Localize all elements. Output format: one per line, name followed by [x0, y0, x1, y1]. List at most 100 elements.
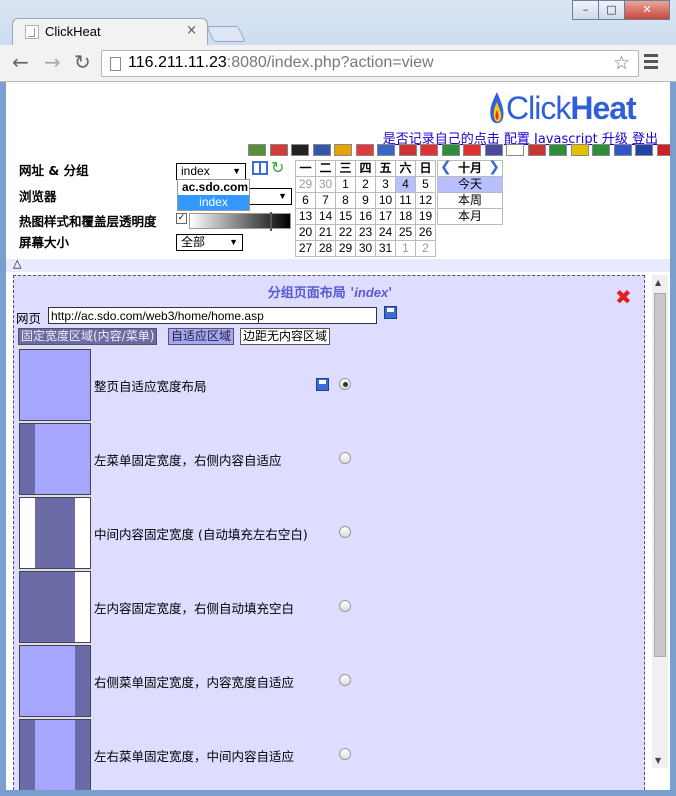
language-flag-icon[interactable] — [506, 144, 524, 156]
calendar-day[interactable]: 29 — [336, 241, 356, 257]
calendar-day[interactable]: 17 — [376, 209, 396, 225]
language-flag-icon[interactable] — [570, 144, 589, 156]
calendar-day[interactable]: 1 — [336, 177, 356, 193]
calendar-range-option[interactable]: 今天 — [438, 177, 502, 193]
calendar-day[interactable]: 7 — [316, 193, 336, 209]
calendar-day[interactable]: 9 — [356, 193, 376, 209]
language-flag-icon[interactable] — [355, 144, 374, 156]
site-group-select[interactable]: index ▼ — [176, 163, 246, 180]
layout-icon[interactable] — [252, 161, 268, 175]
layout-option-row[interactable]: 左右菜单固定宽度，中间内容自适应 — [18, 718, 646, 790]
window-close-button[interactable]: ✕ — [624, 0, 670, 20]
language-flag-icon[interactable] — [441, 144, 460, 156]
browser-select[interactable]: ▼ — [246, 188, 292, 205]
language-flag-icon[interactable] — [527, 144, 546, 156]
dropdown-option[interactable]: ac.sdo.com — [178, 180, 249, 195]
collapse-arrow-icon[interactable]: △ — [13, 257, 21, 270]
scroll-up-icon[interactable]: ▲ — [655, 278, 661, 287]
opacity-slider-handle[interactable] — [270, 212, 272, 231]
scrollbar-thumb[interactable] — [654, 293, 666, 657]
calendar-day[interactable]: 28 — [316, 241, 336, 257]
calendar-day[interactable]: 31 — [376, 241, 396, 257]
layout-thumbnail[interactable] — [19, 497, 91, 569]
back-arrow-icon[interactable]: ← — [12, 52, 29, 72]
address-bar[interactable]: 116.211.11.23:8080/index.php?action=view… — [101, 50, 639, 77]
calendar-day[interactable]: 19 — [416, 209, 436, 225]
language-flag-icon[interactable] — [377, 144, 395, 156]
calendar-day[interactable]: 29 — [296, 177, 316, 193]
calendar-day[interactable]: 8 — [336, 193, 356, 209]
next-month-icon[interactable]: ❯ — [488, 160, 500, 175]
calendar-range-option[interactable]: 本周 — [438, 193, 502, 209]
calendar-day[interactable]: 14 — [316, 209, 336, 225]
browser-tab[interactable]: ClickHeat × — [12, 18, 208, 46]
calendar-day[interactable]: 2 — [416, 241, 436, 257]
language-flag-icon[interactable] — [291, 144, 309, 156]
layout-thumbnail[interactable] — [19, 645, 91, 717]
save-icon[interactable] — [384, 306, 397, 319]
calendar-day[interactable]: 16 — [356, 209, 376, 225]
language-flag-icon[interactable] — [334, 144, 352, 156]
refresh-icon[interactable]: ↻ — [271, 158, 284, 177]
layout-radio[interactable] — [339, 748, 351, 760]
language-flag-icon[interactable] — [269, 144, 288, 156]
screen-size-select[interactable]: 全部 ▼ — [176, 234, 243, 251]
close-icon[interactable]: ✖ — [615, 287, 632, 307]
calendar-day[interactable]: 30 — [316, 177, 336, 193]
calendar-day[interactable]: 5 — [416, 177, 436, 193]
calendar-day[interactable]: 20 — [296, 225, 316, 241]
layout-radio[interactable] — [339, 674, 351, 686]
language-flag-icon[interactable] — [248, 144, 266, 156]
layout-radio[interactable] — [339, 452, 351, 464]
layout-option-row[interactable]: 整页自适应宽度布局 — [18, 348, 646, 422]
language-flag-icon[interactable] — [420, 144, 438, 156]
prev-month-icon[interactable]: ❮ — [440, 160, 452, 175]
calendar-day[interactable]: 3 — [376, 177, 396, 193]
layout-option-row[interactable]: 左内容固定宽度，右侧自动填充空白 — [18, 570, 646, 644]
reload-icon[interactable]: ↻ — [74, 52, 91, 72]
calendar-day[interactable]: 11 — [396, 193, 416, 209]
calendar-day[interactable]: 12 — [416, 193, 436, 209]
calendar-day[interactable]: 30 — [356, 241, 376, 257]
calendar-day[interactable]: 22 — [336, 225, 356, 241]
bookmark-star-icon[interactable]: ☆ — [613, 52, 630, 74]
language-flag-icon[interactable] — [312, 144, 331, 156]
calendar-day[interactable]: 18 — [396, 209, 416, 225]
calendar-day[interactable]: 1 — [396, 241, 416, 257]
layout-option-row[interactable]: 右侧菜单固定宽度，内容宽度自适应 — [18, 644, 646, 718]
new-tab-button[interactable] — [206, 26, 246, 42]
language-flag-icon[interactable] — [463, 144, 481, 156]
calendar-day[interactable]: 21 — [316, 225, 336, 241]
calendar-day[interactable]: 25 — [396, 225, 416, 241]
page-url-input[interactable] — [48, 307, 377, 324]
calendar-day[interactable]: 24 — [376, 225, 396, 241]
tab-close-icon[interactable]: × — [186, 23, 197, 38]
layout-thumbnail[interactable] — [19, 423, 91, 495]
forward-arrow-icon[interactable]: → — [44, 52, 61, 72]
calendar-day[interactable]: 6 — [296, 193, 316, 209]
heatmap-checkbox[interactable]: ✓ — [176, 213, 187, 224]
calendar-day[interactable]: 10 — [376, 193, 396, 209]
layout-option-row[interactable]: 中间内容固定宽度 (自动填充左右空白) — [18, 496, 646, 570]
language-flag-icon[interactable] — [613, 144, 632, 156]
language-flag-icon[interactable] — [656, 144, 670, 156]
layout-radio[interactable] — [339, 600, 351, 612]
scrollbar[interactable]: ▲ ▼ — [652, 275, 668, 768]
language-flag-icon[interactable] — [398, 144, 417, 156]
calendar-day[interactable]: 27 — [296, 241, 316, 257]
maximize-button[interactable]: □ — [598, 0, 625, 20]
language-flag-icon[interactable] — [592, 144, 610, 156]
calendar-day[interactable]: 23 — [356, 225, 376, 241]
calendar-day[interactable]: 4 — [396, 177, 416, 193]
calendar-day[interactable]: 2 — [356, 177, 376, 193]
opacity-slider[interactable] — [189, 212, 291, 231]
calendar-day[interactable]: 26 — [416, 225, 436, 241]
calendar-range-option[interactable]: 本月 — [438, 209, 502, 225]
calendar-day[interactable]: 15 — [336, 209, 356, 225]
minimize-button[interactable]: – — [572, 0, 599, 20]
calendar-day[interactable]: 13 — [296, 209, 316, 225]
language-flag-icon[interactable] — [635, 144, 653, 156]
scroll-down-icon[interactable]: ▼ — [655, 756, 661, 765]
save-layout-icon[interactable] — [316, 378, 329, 391]
dropdown-option-selected[interactable]: index — [178, 195, 249, 210]
